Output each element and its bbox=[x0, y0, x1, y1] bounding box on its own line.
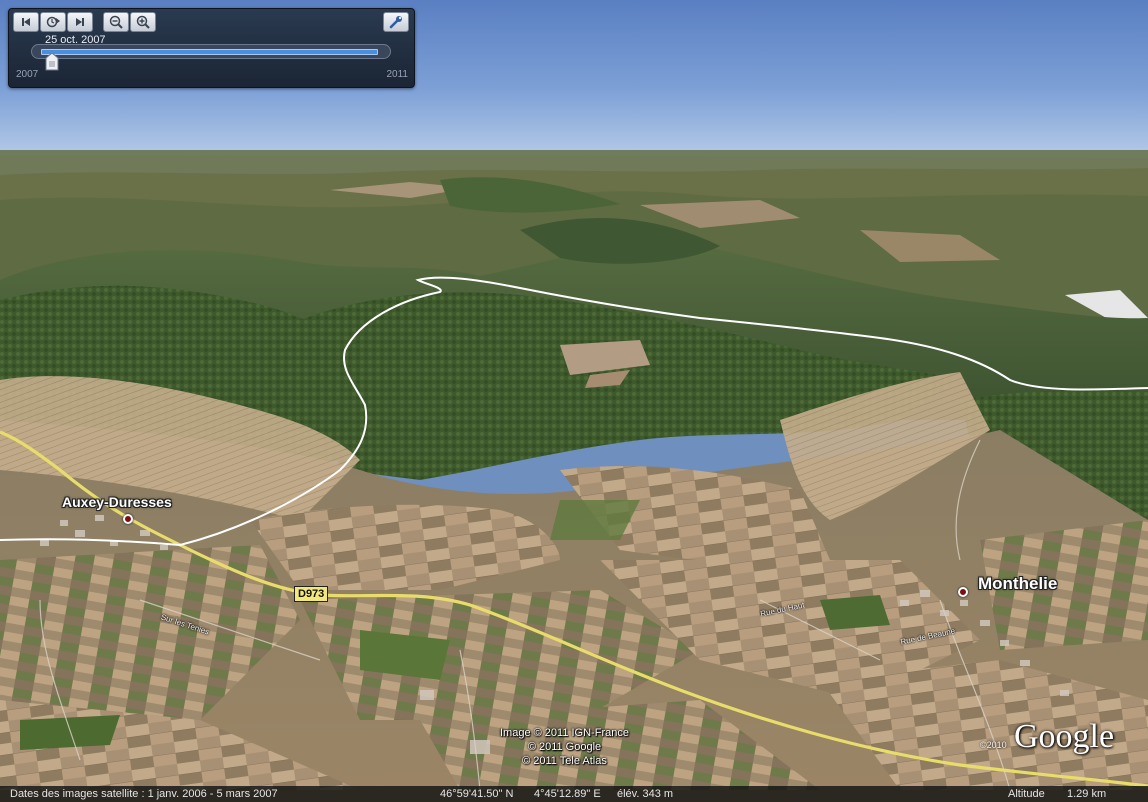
elevation-readout: élév. 343 m bbox=[617, 788, 674, 800]
map-viewport[interactable]: Sur les Tenies Rue du Haut Rue de Beaune… bbox=[0, 0, 1148, 802]
status-bar: Dates des images satellite : 1 janv. 200… bbox=[0, 786, 1148, 802]
longitude-readout: 4°45'12.89" E bbox=[534, 788, 601, 800]
skip-forward-button[interactable] bbox=[67, 12, 93, 32]
logo-text: Google bbox=[1014, 718, 1115, 755]
zoom-in-time-button[interactable] bbox=[130, 12, 156, 32]
skip-back-icon bbox=[22, 18, 30, 26]
skip-back-button[interactable] bbox=[13, 12, 39, 32]
zoom-out-icon bbox=[109, 15, 123, 29]
copyright-notice: Image © 2011 IGN-France © 2011 Google © … bbox=[500, 726, 629, 768]
place-label-auxey-duresses[interactable]: Auxey-Duresses bbox=[62, 494, 172, 510]
settings-button[interactable] bbox=[383, 12, 409, 32]
altitude-value: 1.29 km bbox=[1067, 788, 1107, 800]
play-clock-icon bbox=[46, 16, 60, 28]
altitude-label: Altitude bbox=[1008, 788, 1045, 800]
copyright-line: Image © 2011 IGN-France bbox=[500, 727, 629, 739]
imagery-dates: Dates des images satellite : 1 janv. 200… bbox=[10, 788, 278, 800]
google-logo: ©2010 Google bbox=[980, 718, 1130, 764]
time-slider-panel: 25 oct. 2007 2007 2011 bbox=[8, 8, 415, 88]
play-button[interactable] bbox=[40, 12, 66, 32]
logo-year: ©2010 bbox=[980, 740, 1007, 750]
terrain-view bbox=[0, 150, 1148, 802]
road-shield-d973: D973 bbox=[294, 586, 329, 602]
copyright-line: © 2011 Google bbox=[527, 741, 602, 753]
copyright-line: © 2011 Tele Atlas bbox=[522, 755, 607, 767]
zoom-out-time-button[interactable] bbox=[103, 12, 129, 32]
wrench-icon bbox=[389, 16, 402, 29]
year-start-label: 2007 bbox=[16, 69, 39, 80]
place-pin-auxey[interactable] bbox=[123, 514, 133, 524]
place-pin-monthelie[interactable] bbox=[958, 587, 968, 597]
year-end-label: 2011 bbox=[386, 69, 408, 80]
zoom-in-icon bbox=[136, 15, 150, 29]
latitude-readout: 46°59'41.50" N bbox=[440, 788, 514, 800]
time-slider-range bbox=[41, 49, 378, 55]
time-slider-thumb[interactable] bbox=[45, 53, 59, 71]
skip-forward-icon bbox=[76, 18, 84, 26]
place-label-monthelie[interactable]: Monthelie bbox=[978, 574, 1057, 594]
